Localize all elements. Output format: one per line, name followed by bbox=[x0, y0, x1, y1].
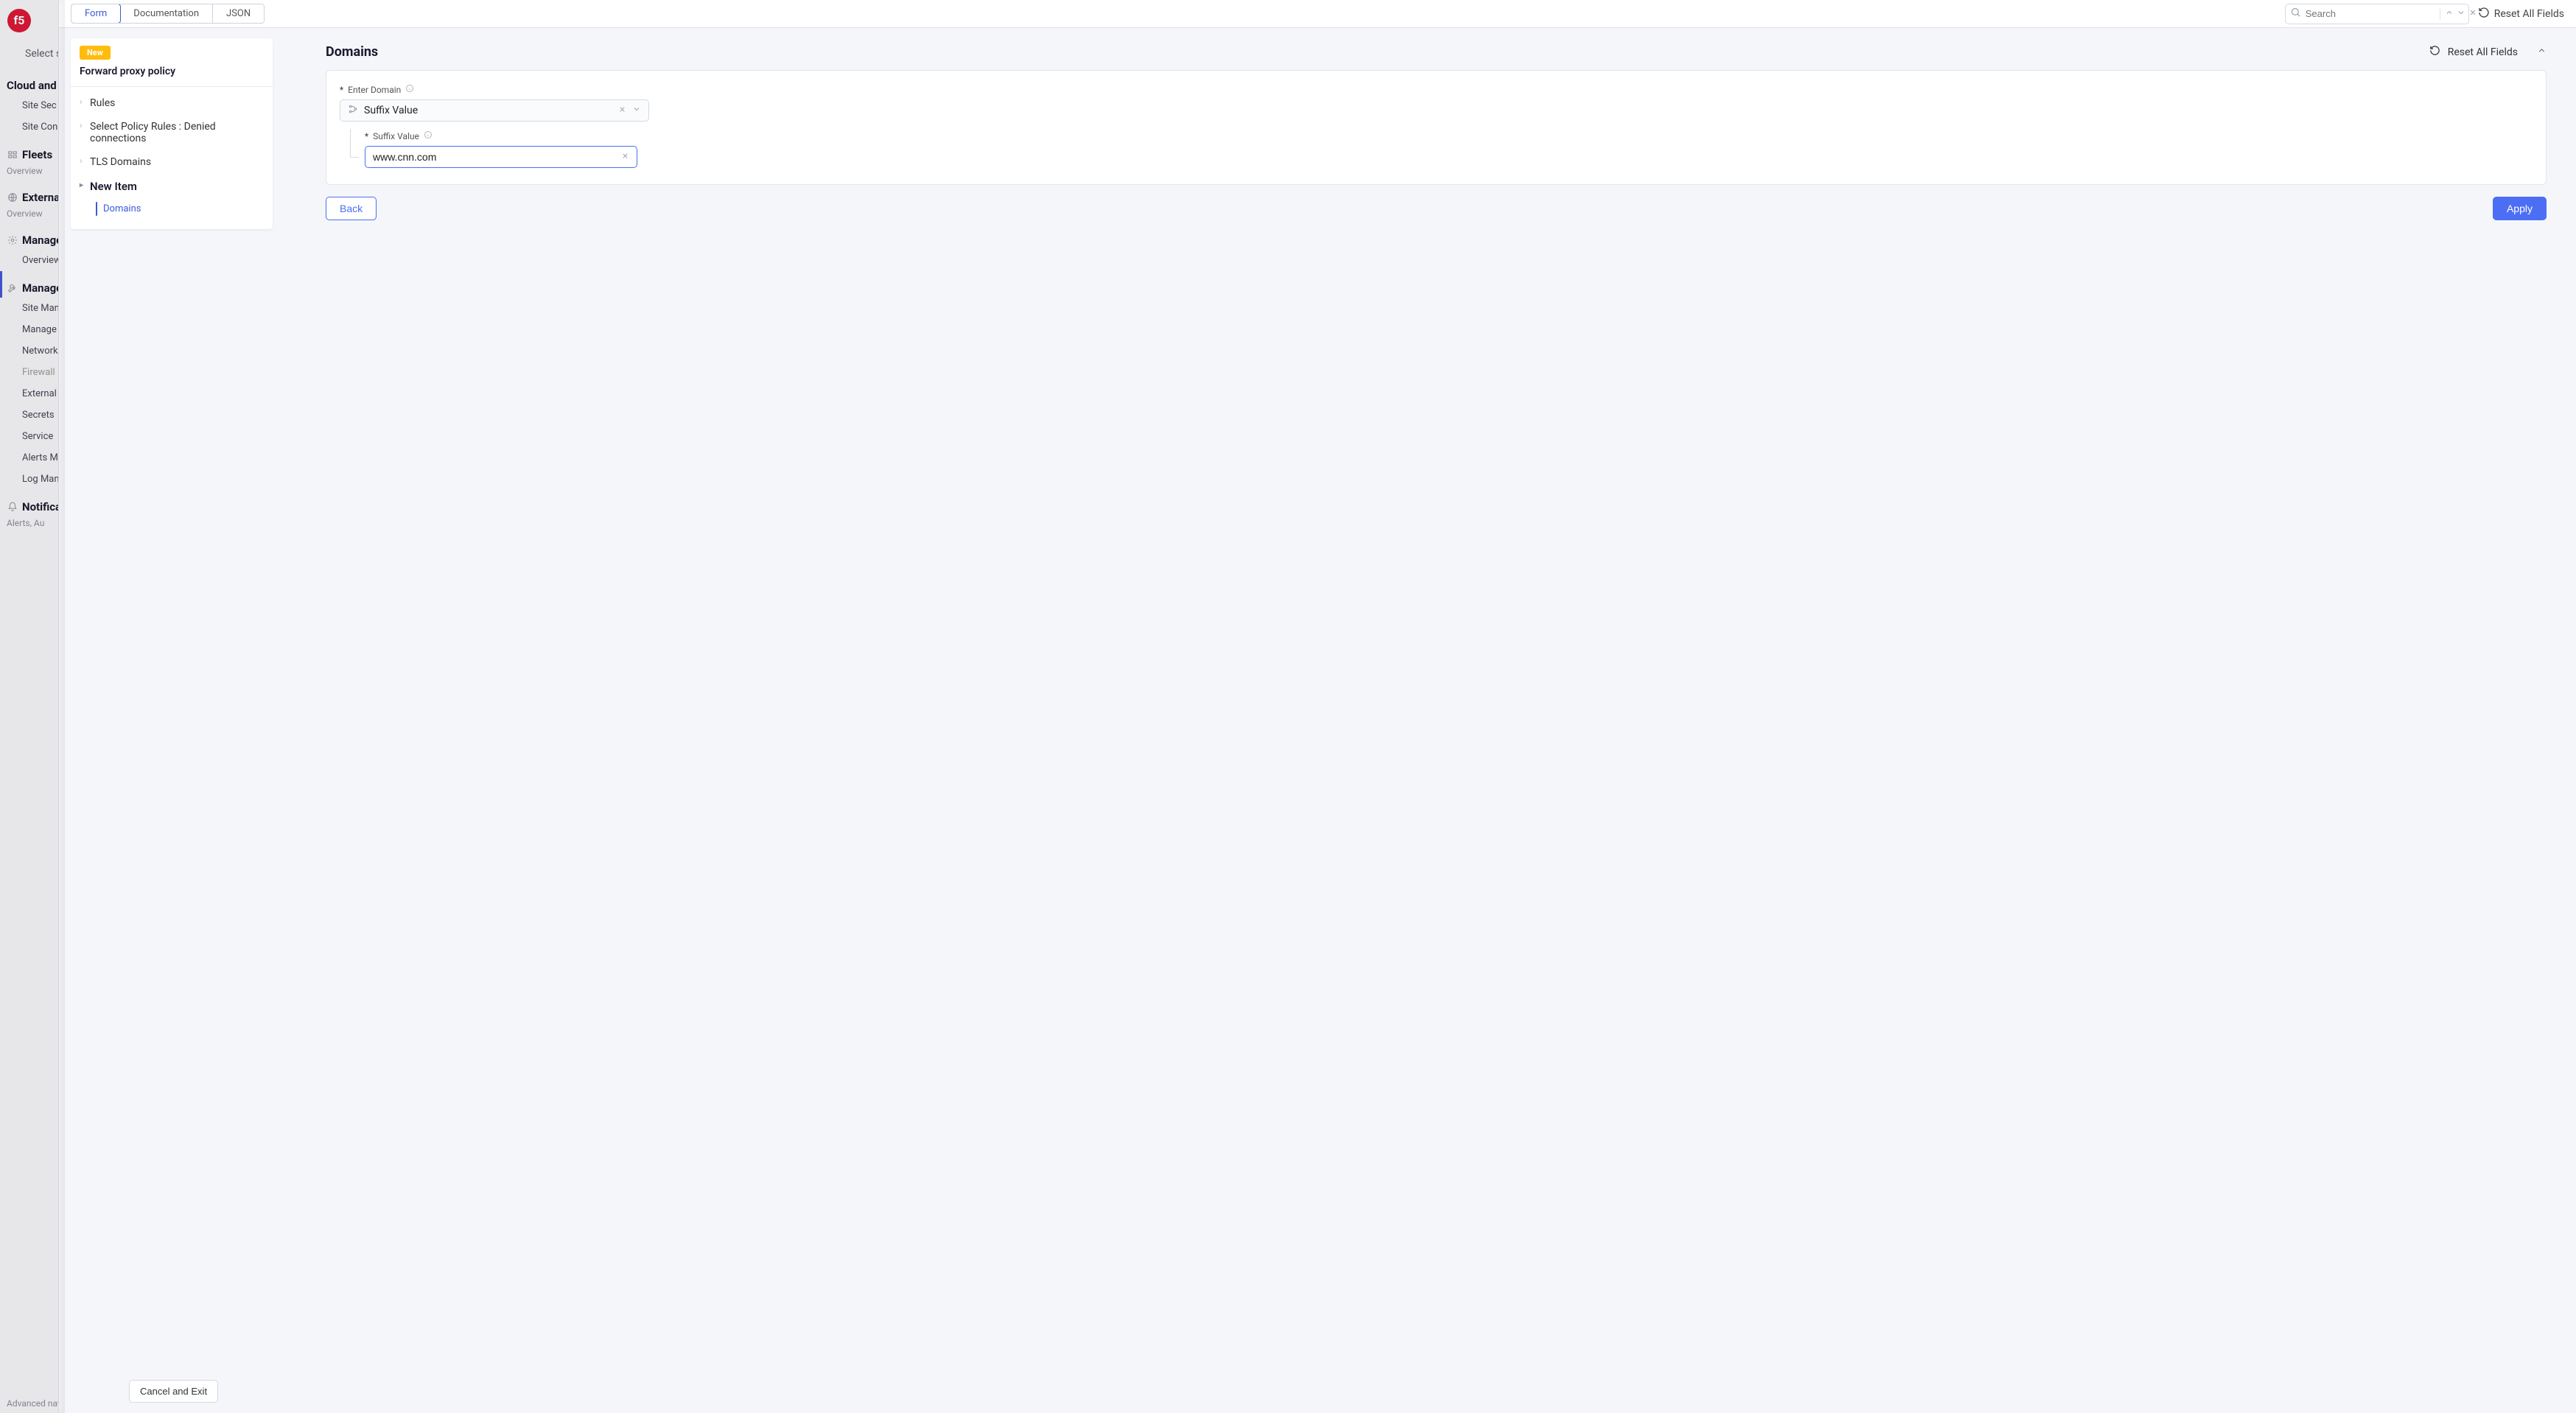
section-sub: Alerts, Au bbox=[0, 516, 58, 533]
nav-new-item[interactable]: New Item bbox=[71, 174, 273, 199]
info-icon[interactable] bbox=[405, 84, 414, 95]
nav-item[interactable]: Site Con bbox=[0, 116, 58, 138]
reset-icon bbox=[2478, 7, 2490, 21]
search-clear-icon[interactable] bbox=[2468, 8, 2477, 20]
search-next-icon[interactable] bbox=[2457, 8, 2465, 20]
clear-icon[interactable] bbox=[621, 151, 629, 163]
nav-domains[interactable]: Domains bbox=[71, 199, 273, 219]
nav-item[interactable]: Manage bbox=[0, 319, 58, 340]
section-notifications: Notifica bbox=[0, 490, 58, 516]
nav-item[interactable]: Secrets bbox=[0, 404, 58, 426]
section-sub: Overview bbox=[0, 164, 58, 180]
nav-item[interactable]: Site Sec bbox=[0, 95, 58, 116]
search-icon bbox=[2290, 7, 2301, 21]
policy-title: Forward proxy policy bbox=[71, 60, 273, 87]
reset-all-label: Reset All Fields bbox=[2494, 8, 2564, 20]
select-value-text: Suffix Value bbox=[364, 105, 618, 116]
fleets-icon bbox=[7, 150, 18, 161]
nav-item[interactable]: Network bbox=[0, 340, 58, 362]
tab-form[interactable]: Form bbox=[71, 4, 121, 24]
form-main: Domains Reset All Fields * Enter Domain … bbox=[273, 28, 2576, 1413]
section-managed1: Manage bbox=[0, 223, 58, 250]
section-fleets: Fleets bbox=[0, 138, 58, 164]
reset-icon bbox=[2429, 45, 2440, 59]
nav-tls-domains[interactable]: TLS Domains bbox=[71, 150, 273, 174]
wrench-icon bbox=[7, 283, 18, 294]
collapse-icon[interactable] bbox=[2537, 46, 2547, 58]
select-service[interactable]: Select s bbox=[0, 41, 58, 69]
clear-icon[interactable] bbox=[618, 105, 626, 116]
search-prev-icon[interactable] bbox=[2445, 8, 2454, 20]
enter-domain-select[interactable]: Suffix Value bbox=[340, 99, 649, 122]
search-input[interactable] bbox=[2306, 8, 2435, 19]
gear-icon bbox=[7, 235, 18, 246]
apply-button[interactable]: Apply bbox=[2493, 197, 2547, 220]
section-cloud: Cloud and bbox=[0, 69, 58, 95]
form-nav-panel: New Forward proxy policy Rules Select Po… bbox=[71, 38, 273, 229]
section-managed2: Manage bbox=[0, 271, 58, 298]
grid-icon bbox=[9, 49, 19, 59]
section-managed2-label: Manage bbox=[22, 281, 59, 295]
suffix-value-input-wrap[interactable] bbox=[365, 146, 637, 168]
nav-rules[interactable]: Rules bbox=[71, 91, 273, 115]
reset-all-fields-top[interactable]: Reset All Fields bbox=[2478, 7, 2564, 21]
suffix-value-input[interactable] bbox=[373, 151, 621, 163]
new-badge: New bbox=[80, 46, 111, 60]
nav-item-firewall[interactable]: Firewall bbox=[0, 362, 58, 383]
nav-item[interactable]: Alerts M bbox=[0, 447, 58, 469]
suffix-value-label: * Suffix Value bbox=[365, 130, 2533, 141]
cancel-exit-button[interactable]: Cancel and Exit bbox=[129, 1380, 218, 1403]
external-icon bbox=[7, 192, 18, 203]
left-sidebar: f5 Select s Cloud and Site Sec Site Con … bbox=[0, 0, 59, 1413]
section-notif-label: Notifica bbox=[22, 500, 59, 513]
topbar: Form Documentation JSON Reset All Fields bbox=[59, 0, 2576, 28]
select-service-label: Select s bbox=[25, 48, 59, 60]
chevron-down-icon[interactable] bbox=[632, 105, 641, 116]
section-sub: Overview bbox=[0, 207, 58, 223]
nav-item[interactable]: Site Man bbox=[0, 298, 58, 319]
section-external-label: Externa bbox=[22, 191, 59, 204]
search-box[interactable] bbox=[2285, 4, 2469, 24]
suffix-value-label-text: Suffix Value bbox=[373, 131, 419, 141]
branch-icon bbox=[348, 104, 358, 117]
section-external: Externa bbox=[0, 180, 58, 207]
f5-logo: f5 bbox=[7, 9, 31, 32]
nav-item[interactable]: Overview bbox=[0, 250, 58, 271]
reset-all-card-label: Reset All Fields bbox=[2448, 46, 2518, 58]
view-tabs: Form Documentation JSON bbox=[71, 4, 265, 24]
enter-domain-label: * Enter Domain bbox=[340, 84, 2533, 95]
section-managed1-label: Manage bbox=[22, 234, 59, 247]
info-icon[interactable] bbox=[424, 130, 433, 141]
back-button[interactable]: Back bbox=[326, 197, 377, 220]
tab-documentation[interactable]: Documentation bbox=[120, 4, 213, 23]
nav-item[interactable]: Log Man bbox=[0, 469, 58, 490]
domains-card: * Enter Domain Suffix Value * Suffix Val… bbox=[326, 70, 2547, 185]
nav-item[interactable]: External bbox=[0, 383, 58, 404]
reset-all-fields-card[interactable]: Reset All Fields bbox=[2429, 45, 2547, 59]
page-title: Domains bbox=[326, 44, 378, 60]
section-fleets-label: Fleets bbox=[22, 148, 52, 161]
nav-select-policy[interactable]: Select Policy Rules : Denied connections bbox=[71, 115, 273, 150]
modal-panel: Form Documentation JSON Reset All Fields… bbox=[59, 0, 2576, 1413]
advanced-nav[interactable]: Advanced nav bbox=[0, 1394, 58, 1413]
nav-item[interactable]: Service bbox=[0, 426, 58, 447]
tab-json[interactable]: JSON bbox=[213, 4, 264, 23]
bell-icon bbox=[7, 502, 18, 513]
enter-domain-label-text: Enter Domain bbox=[348, 85, 401, 95]
